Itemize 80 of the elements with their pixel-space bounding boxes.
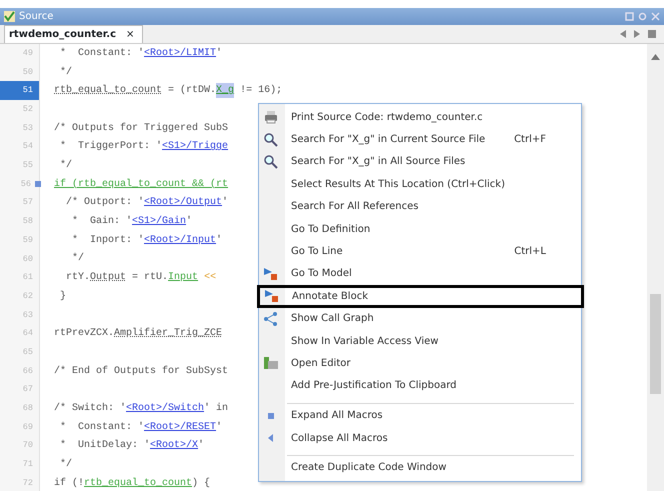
code-line: /* Outport: '<Root>/Output' (65, 196, 228, 210)
line-number: 49 (22, 46, 34, 60)
code-line: if (!rtb_equal_to_count) { (54, 476, 210, 491)
menu-item[interactable]: Search For "X_g" in All Source Files (257, 150, 584, 174)
line-number: 71 (22, 458, 34, 472)
block-icon (264, 288, 280, 304)
line-number: 62 (22, 290, 34, 303)
line-number: 54 (22, 140, 34, 154)
line-number: 70 (22, 439, 34, 452)
menu-item[interactable]: Print Source Code: rtwdemo_counter.c (257, 106, 584, 128)
line-number: 60 (22, 252, 34, 266)
line-number: 67 (22, 383, 34, 396)
line-number: 66 (22, 364, 34, 378)
code-line: if (rtb_equal_to_count && (rt (54, 178, 228, 192)
code-line: * TriggerPort: '<S1>/Trigge (59, 140, 228, 154)
menu-item[interactable]: Show In Variable Access View (257, 330, 584, 352)
line-number: 55 (22, 159, 34, 172)
line-number: 69 (22, 420, 34, 434)
line-number: 65 (22, 346, 34, 359)
menu-item[interactable]: Go To Line Ctrl+L (257, 240, 584, 263)
line-number: 72 (22, 476, 34, 490)
restore-icon[interactable] (625, 12, 634, 21)
line-number: 64 (22, 327, 34, 340)
line-number: 68 (22, 402, 34, 416)
code-line: rtPrevZCX.Amplifier_Trig_ZCE (54, 326, 222, 342)
menu-item[interactable]: Annotate Block (257, 285, 584, 308)
tab-close-button[interactable]: × (126, 27, 134, 42)
line-number: 52 (22, 103, 34, 116)
printer-icon (263, 109, 279, 126)
line-number: 59 (22, 234, 34, 247)
line-number: 57 (22, 196, 34, 210)
code-line: /* End of Outputs for SubSyst (54, 364, 228, 379)
code-line: */ (71, 252, 84, 266)
tab[interactable]: rtwdemo_counter.c × (4, 25, 144, 43)
scroll-left-icon[interactable] (620, 30, 626, 38)
window-title: Source (19, 10, 54, 24)
code-line: * Gain: '<S1>/Gain' (71, 214, 192, 230)
editor-icon (263, 355, 279, 372)
code-line: /* Switch: '<Root>/Switch' in (54, 402, 228, 416)
scrollbar-thumb[interactable] (650, 294, 661, 394)
line-number: 50 (22, 66, 34, 79)
line-number: 53 (22, 122, 34, 135)
menu-item[interactable]: Open Editor (257, 352, 584, 375)
search-icon (263, 132, 279, 148)
code-line: rtY.Output = rtU.Input << (65, 271, 216, 286)
code-line: */ (59, 66, 72, 80)
scroll-up-icon[interactable] (651, 54, 660, 60)
call-graph-icon (263, 310, 279, 327)
menu-item[interactable]: Show Call Graph (257, 308, 584, 330)
scrollbar[interactable] (647, 44, 664, 491)
menu-item[interactable]: Search For "X_g" in Current Source File Ctrl+F (257, 128, 584, 151)
menu-item[interactable]: Add Pre-Justification To Clipboard (257, 374, 584, 398)
code-line: * Constant: '<Root>/LIMIT' (59, 46, 222, 61)
shortcut-label: Ctrl+L (514, 245, 546, 260)
menu-item[interactable]: Select Results At This Location (Ctrl+Click) (257, 173, 584, 196)
line-number: 51 (0, 81, 39, 100)
menu-item[interactable]: Go To Definition (257, 218, 584, 240)
line-number: 58 (22, 215, 34, 228)
app-icon (4, 11, 15, 22)
code-line: rtb_equal_to_count = (rtDW.X_g != 16); (54, 82, 282, 100)
code-line: * Inport: '<Root>/Input' (71, 234, 222, 248)
close-icon[interactable] (651, 12, 660, 21)
code-line: * UnitDelay: '<Root>/X' (59, 438, 204, 454)
menu-item[interactable]: Collapse All Macros (257, 427, 584, 450)
line-number: 63 (22, 308, 34, 322)
code-line: */ (59, 458, 72, 472)
block-icon (263, 266, 279, 282)
menu-item[interactable]: Go To Model (257, 262, 584, 286)
menu-item[interactable]: Search For All References (257, 196, 584, 218)
line-number: 61 (22, 271, 34, 284)
search-icon (263, 154, 279, 170)
fold-marker-icon[interactable] (35, 180, 41, 187)
code-line: } (59, 290, 66, 304)
line-number: 56 (0, 174, 39, 194)
settings-icon[interactable] (638, 12, 647, 21)
code-line: * Constant: '<Root>/RESET' (59, 420, 222, 435)
code-line: /* Outputs for Triggered SubS (54, 122, 228, 136)
shortcut-label: Ctrl+F (514, 133, 546, 148)
code-line: */ (59, 158, 72, 173)
scroll-right-icon[interactable] (634, 30, 640, 38)
